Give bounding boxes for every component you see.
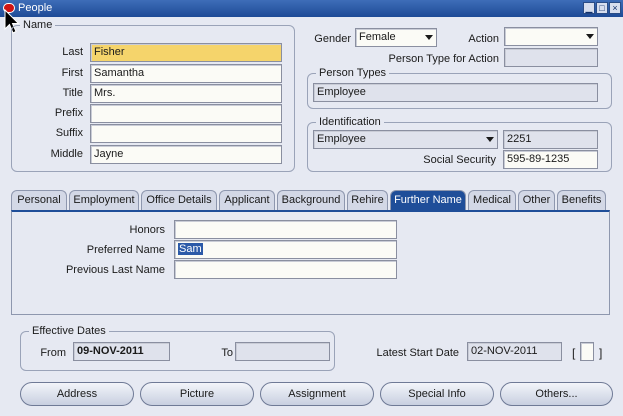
special-info-button[interactable]: Special Info bbox=[380, 382, 494, 406]
tab-office-details[interactable]: Office Details bbox=[141, 190, 217, 210]
gender-label: Gender bbox=[314, 33, 351, 45]
tab-benefits[interactable]: Benefits bbox=[557, 190, 606, 210]
title-field[interactable]: Mrs. bbox=[90, 84, 282, 103]
latest-start-date-field[interactable]: 02-NOV-2011 bbox=[467, 342, 562, 361]
window-titlebar: People ▁ □ × bbox=[0, 0, 623, 17]
preferred-name-value: Sam bbox=[178, 243, 203, 255]
maximize-icon[interactable]: □ bbox=[596, 2, 608, 14]
tab-rehire[interactable]: Rehire bbox=[347, 190, 388, 210]
chevron-down-icon bbox=[425, 35, 433, 40]
last-name-label: Last bbox=[62, 46, 83, 58]
minimize-icon[interactable]: ▁ bbox=[583, 2, 595, 14]
identification-title: Identification bbox=[316, 115, 384, 129]
from-date-field[interactable]: 09-NOV-2011 bbox=[73, 342, 170, 361]
person-types-title: Person Types bbox=[316, 66, 390, 80]
action-label: Action bbox=[468, 33, 499, 45]
employee-number-field[interactable]: 2251 bbox=[503, 130, 598, 149]
previous-last-name-field[interactable] bbox=[174, 260, 397, 279]
prefix-label: Prefix bbox=[54, 107, 83, 119]
first-name-label: First bbox=[61, 67, 83, 79]
action-select[interactable] bbox=[504, 27, 598, 46]
ssn-label: Social Security bbox=[423, 154, 496, 166]
descriptive-flex-close-bracket: ] bbox=[599, 346, 603, 360]
previous-last-name-label: Previous Last Name bbox=[65, 264, 165, 276]
tab-applicant[interactable]: Applicant bbox=[219, 190, 275, 210]
descriptive-flex-field[interactable] bbox=[580, 342, 594, 361]
tab-medical[interactable]: Medical bbox=[468, 190, 516, 210]
effective-dates-title: Effective Dates bbox=[29, 324, 109, 338]
others-button[interactable]: Others... bbox=[500, 382, 613, 406]
chevron-down-icon bbox=[486, 137, 494, 142]
middle-name-label: Middle bbox=[50, 148, 83, 160]
descriptive-flex-open-bracket: [ bbox=[572, 346, 576, 360]
identification-type-select[interactable]: Employee bbox=[313, 130, 498, 149]
identification-type-value: Employee bbox=[317, 133, 366, 145]
last-name-field[interactable]: Fisher bbox=[90, 43, 282, 62]
name-group-title: Name bbox=[20, 18, 56, 32]
ssn-field[interactable]: 595-89-1235 bbox=[503, 150, 598, 169]
chevron-down-icon bbox=[586, 34, 594, 39]
preferred-name-label: Preferred Name bbox=[86, 244, 165, 256]
to-date-field[interactable] bbox=[235, 342, 330, 361]
gender-select[interactable]: Female bbox=[355, 28, 437, 47]
honors-field[interactable] bbox=[174, 220, 397, 239]
tab-personal[interactable]: Personal bbox=[11, 190, 67, 210]
title-label: Title bbox=[62, 87, 83, 99]
picture-button[interactable]: Picture bbox=[140, 382, 254, 406]
tab-background[interactable]: Background bbox=[277, 190, 345, 210]
tab-employment[interactable]: Employment bbox=[69, 190, 139, 210]
gender-value: Female bbox=[359, 31, 396, 43]
close-icon[interactable]: × bbox=[609, 2, 621, 14]
suffix-label: Suffix bbox=[55, 127, 83, 139]
first-name-field[interactable]: Samantha bbox=[90, 64, 282, 83]
honors-label: Honors bbox=[129, 224, 165, 236]
tab-further-name[interactable]: Further Name bbox=[390, 190, 466, 210]
assignment-button[interactable]: Assignment bbox=[260, 382, 374, 406]
from-label: From bbox=[40, 347, 66, 359]
person-types-field[interactable]: Employee bbox=[313, 83, 598, 102]
window-title: People bbox=[18, 2, 53, 14]
suffix-field[interactable] bbox=[90, 124, 282, 143]
address-button[interactable]: Address bbox=[20, 382, 134, 406]
preferred-name-field[interactable]: Sam bbox=[174, 240, 397, 259]
prefix-field[interactable] bbox=[90, 104, 282, 123]
to-label: To bbox=[221, 347, 233, 359]
middle-name-field[interactable]: Jayne bbox=[90, 145, 282, 164]
person-type-for-action-field[interactable] bbox=[504, 48, 598, 67]
tab-other[interactable]: Other bbox=[518, 190, 555, 210]
latest-start-date-label: Latest Start Date bbox=[376, 347, 459, 359]
